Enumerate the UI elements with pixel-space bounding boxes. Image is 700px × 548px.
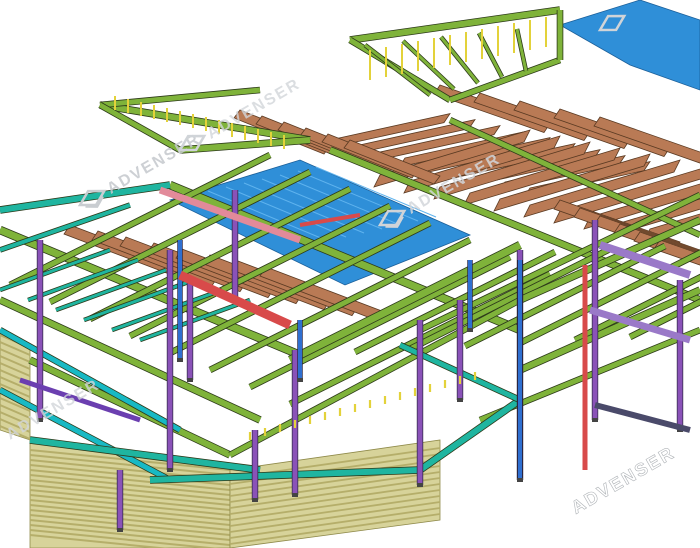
roof-panel xyxy=(559,0,700,91)
beam xyxy=(515,28,528,72)
column-base-plate xyxy=(252,498,258,502)
beam xyxy=(349,7,561,43)
brace xyxy=(594,402,691,433)
column-base-plate xyxy=(117,528,123,532)
column-base-plate xyxy=(457,398,463,402)
beam xyxy=(418,397,522,473)
steel-structure-3d-model: ADVENSER ADVENSER ADVENSER ADVENSER ADVE… xyxy=(0,0,700,548)
column-base-plate xyxy=(592,418,598,422)
column-base-plate xyxy=(297,378,303,382)
column-base-plate xyxy=(292,493,298,497)
column-base-plate xyxy=(187,378,193,382)
beam xyxy=(364,43,431,97)
column-base-plate xyxy=(517,478,523,482)
column-base-plate xyxy=(417,483,423,487)
beam xyxy=(439,36,480,84)
column-base-plate xyxy=(177,358,183,362)
watermark-logo-icon xyxy=(542,509,572,529)
column-base-plate xyxy=(467,328,473,332)
column-base-plate xyxy=(167,468,173,472)
beam xyxy=(99,87,261,108)
watermark: ADVENSER xyxy=(542,442,678,529)
